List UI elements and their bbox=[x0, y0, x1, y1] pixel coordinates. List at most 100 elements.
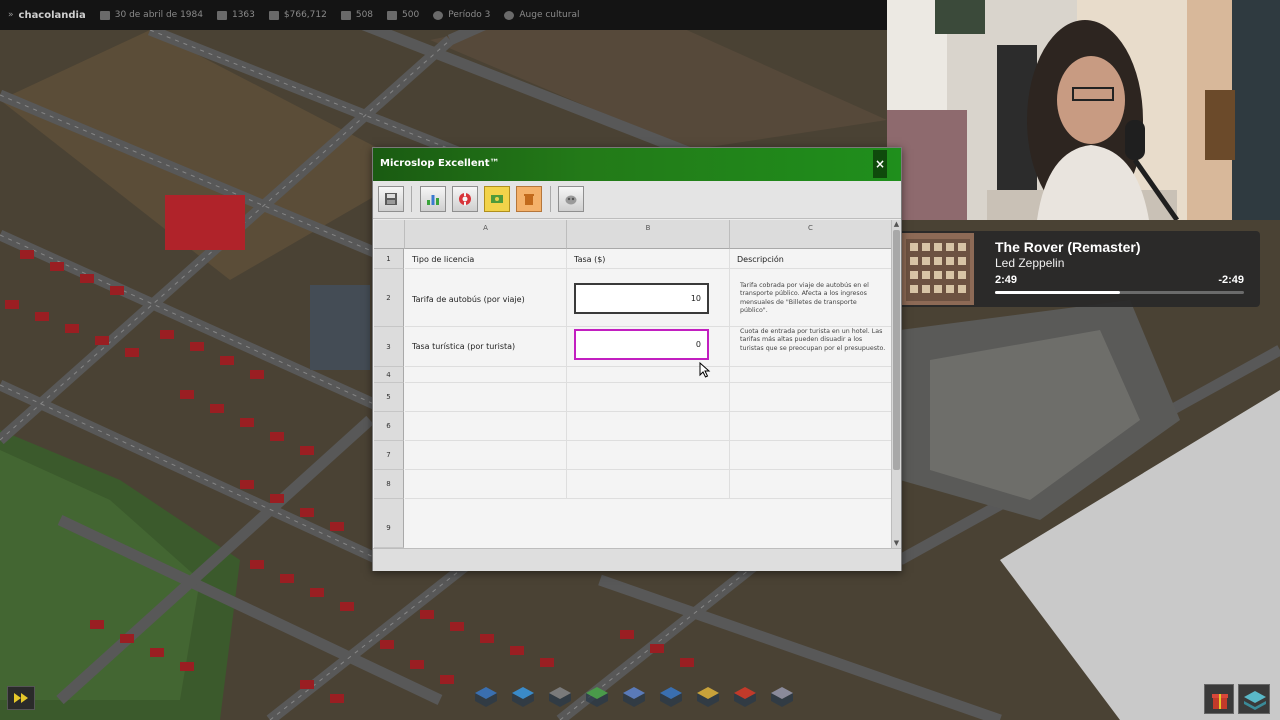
services-icon bbox=[659, 687, 682, 707]
bus-fare-input[interactable]: 10 bbox=[574, 283, 709, 314]
stat-a-text: 508 bbox=[355, 10, 374, 20]
column-header-b[interactable]: B bbox=[567, 220, 730, 249]
track-progress-fill bbox=[995, 291, 1120, 294]
window-footer bbox=[373, 548, 901, 571]
paint-icon bbox=[565, 195, 577, 205]
tourist-tax-input[interactable]: 0 bbox=[574, 329, 709, 360]
office-tool-button[interactable] bbox=[618, 682, 649, 712]
row-header[interactable]: 9 bbox=[374, 499, 404, 548]
calendar-icon bbox=[99, 10, 110, 20]
paint-button[interactable] bbox=[558, 186, 584, 212]
house-tool-button[interactable] bbox=[470, 682, 501, 712]
table-cell[interactable] bbox=[567, 383, 730, 412]
row-header[interactable]: 5 bbox=[374, 383, 404, 412]
status-text: Auge cultural bbox=[519, 10, 580, 20]
track-progress-bar[interactable] bbox=[995, 291, 1244, 294]
license-description: Tarifa cobrada por viaje de autobús en e… bbox=[740, 282, 869, 315]
table-cell[interactable] bbox=[730, 383, 892, 412]
table-cell[interactable] bbox=[567, 470, 730, 499]
webcam-feed bbox=[887, 0, 1280, 220]
tree-tool-button[interactable] bbox=[581, 682, 612, 712]
money-text: $766,712 bbox=[283, 10, 327, 20]
population-item: 1363 bbox=[216, 10, 255, 20]
row-header[interactable]: 1 bbox=[374, 249, 404, 269]
road-icon bbox=[548, 687, 571, 707]
date-text: 30 de abril de 1984 bbox=[114, 10, 203, 20]
row-header[interactable]: 3 bbox=[374, 327, 404, 367]
table-cell[interactable] bbox=[405, 412, 567, 441]
save-icon bbox=[385, 193, 397, 205]
spreadsheet-window: Microslop Excellent™ × A B C 1 2 3 4 5 6… bbox=[372, 147, 902, 571]
money-item: $766,712 bbox=[268, 10, 327, 20]
building-tool-button[interactable] bbox=[507, 682, 538, 712]
save-button[interactable] bbox=[378, 186, 404, 212]
spreadsheet-grid: A B C 1 2 3 4 5 6 7 8 9 Tipo de licencia… bbox=[374, 220, 892, 548]
date-item: 30 de abril de 1984 bbox=[99, 10, 203, 20]
table-cell[interactable] bbox=[405, 470, 567, 499]
license-name: Tasa turística (por turista) bbox=[412, 342, 516, 351]
window-titlebar[interactable]: Microslop Excellent™ × bbox=[373, 148, 901, 181]
help-button[interactable] bbox=[452, 186, 478, 212]
status-item: Auge cultural bbox=[504, 10, 579, 20]
table-cell[interactable] bbox=[405, 367, 567, 383]
happiness-icon bbox=[340, 10, 351, 20]
lifebuoy-icon bbox=[459, 192, 471, 206]
table-cell[interactable] bbox=[730, 470, 892, 499]
train-tool-button[interactable] bbox=[766, 682, 797, 712]
office-icon bbox=[622, 687, 645, 707]
close-button[interactable]: × bbox=[873, 150, 887, 178]
road-tool-button[interactable] bbox=[544, 682, 575, 712]
city-name-item[interactable]: » chacolandia bbox=[8, 10, 86, 21]
track-remaining: -2:49 bbox=[1218, 274, 1244, 286]
track-title: The Rover (Remaster) bbox=[995, 239, 1141, 255]
scroll-down-icon[interactable]: ▼ bbox=[892, 539, 901, 548]
column-header-c[interactable]: C bbox=[730, 220, 892, 249]
building-icon bbox=[511, 687, 534, 707]
row-header[interactable]: 6 bbox=[374, 412, 404, 441]
gift-tool-button[interactable] bbox=[729, 682, 760, 712]
window-title: Microslop Excellent™ bbox=[380, 158, 500, 169]
track-artist: Led Zeppelin bbox=[995, 256, 1065, 270]
status-bar: » chacolandia 30 de abril de 1984 1363 $… bbox=[0, 0, 887, 30]
toolbar-separator bbox=[411, 186, 412, 212]
spreadsheet-toolbar bbox=[373, 181, 901, 219]
licenses-button[interactable] bbox=[484, 186, 510, 212]
period-text: Período 3 bbox=[448, 10, 491, 20]
scroll-up-icon[interactable]: ▲ bbox=[892, 220, 901, 229]
culture-icon bbox=[504, 10, 515, 20]
table-cell[interactable] bbox=[730, 412, 892, 441]
services-tool-button[interactable] bbox=[655, 682, 686, 712]
stat-b-item: 500 bbox=[387, 10, 419, 20]
tree-icon bbox=[585, 687, 608, 707]
track-elapsed: 2:49 bbox=[995, 274, 1018, 286]
period-item: Período 3 bbox=[433, 10, 490, 20]
scroll-thumb[interactable] bbox=[893, 230, 900, 470]
delete-button[interactable] bbox=[516, 186, 542, 212]
house-icon bbox=[474, 687, 497, 707]
table-cell[interactable] bbox=[567, 441, 730, 470]
now-playing-widget[interactable]: The Rover (Remaster) Led Zeppelin 2:49 -… bbox=[898, 231, 1260, 307]
license-name: Tarifa de autobús (por viaje) bbox=[412, 295, 525, 304]
table-cell[interactable] bbox=[730, 367, 892, 383]
table-cell[interactable] bbox=[567, 412, 730, 441]
row-header[interactable]: 2 bbox=[374, 269, 404, 327]
chart-button[interactable] bbox=[420, 186, 446, 212]
population-text: 1363 bbox=[231, 10, 255, 20]
city-name: chacolandia bbox=[18, 9, 86, 21]
table-cell[interactable] bbox=[730, 441, 892, 470]
table-cell[interactable] bbox=[405, 441, 567, 470]
fast-forward-button[interactable] bbox=[7, 686, 35, 710]
vertical-scrollbar[interactable]: ▲ ▼ bbox=[891, 220, 901, 548]
row-header[interactable]: 4 bbox=[374, 367, 404, 383]
header-license-type: Tipo de licencia bbox=[412, 255, 475, 264]
industry-tool-button[interactable] bbox=[692, 682, 723, 712]
row-header[interactable]: 8 bbox=[374, 470, 404, 499]
fast-forward-icon bbox=[14, 693, 28, 703]
layers-button[interactable] bbox=[1238, 684, 1270, 714]
table-cell[interactable] bbox=[405, 383, 567, 412]
row-header[interactable]: 7 bbox=[374, 441, 404, 470]
gift-icon bbox=[733, 687, 756, 707]
rewards-button[interactable] bbox=[1204, 684, 1234, 714]
column-header-a[interactable]: A bbox=[405, 220, 567, 249]
build-toolbar bbox=[470, 682, 797, 716]
